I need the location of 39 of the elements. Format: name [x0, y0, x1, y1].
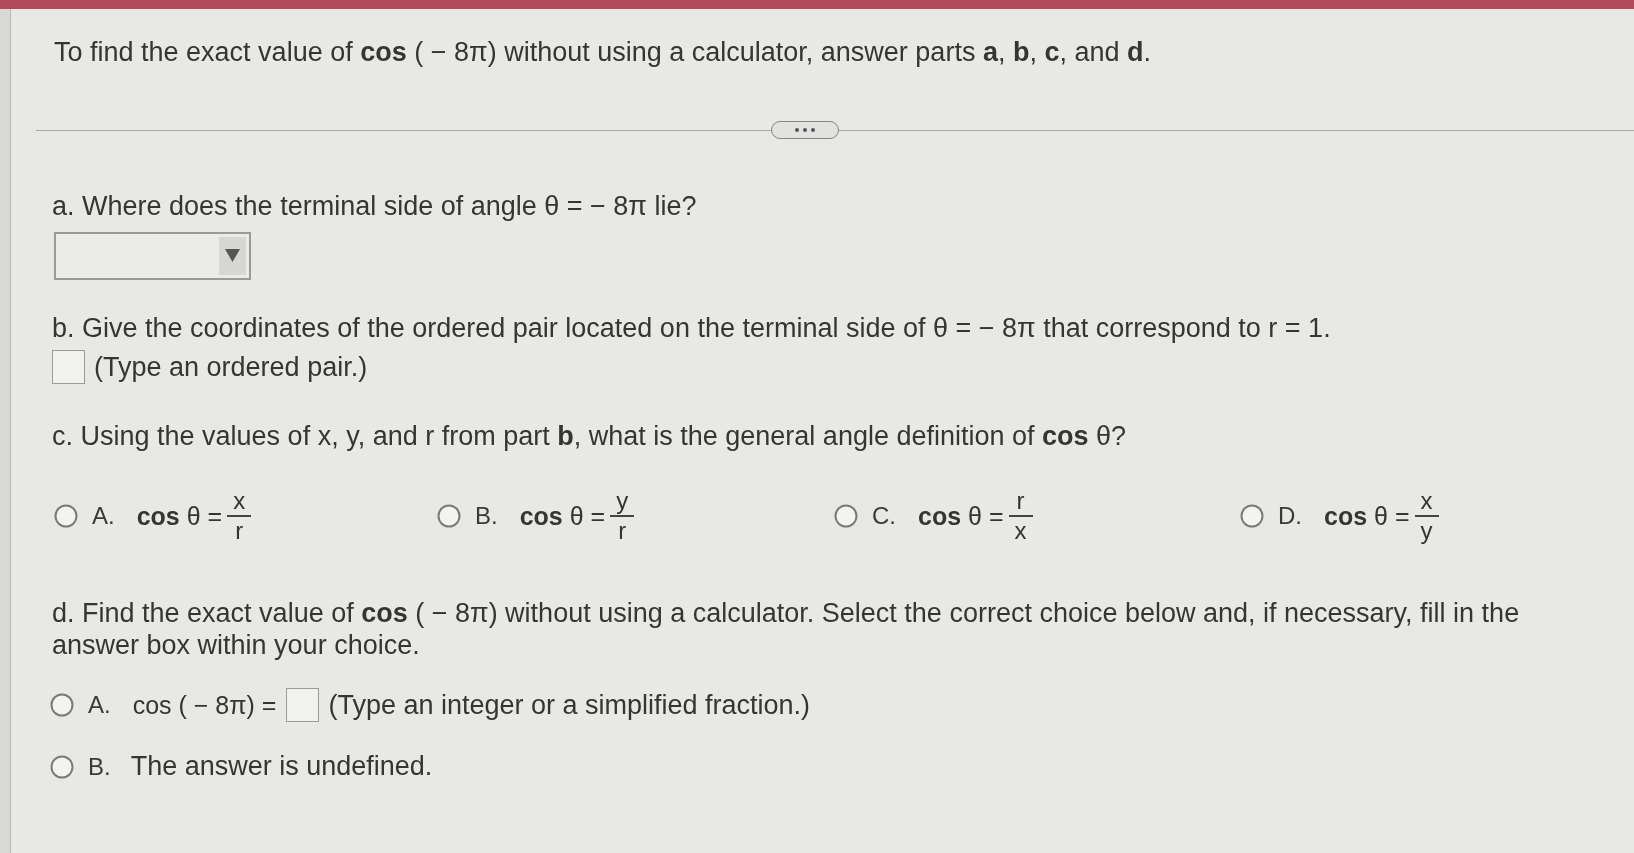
- question-text: a. Where does the terminal side of angle θ = − 8π lie?: [52, 191, 698, 222]
- fraction-denominator: x: [1013, 518, 1028, 544]
- option-letter: B.: [88, 752, 111, 781]
- formula-text: cos ( − 8π) =: [132, 691, 277, 719]
- radio-button[interactable]: [1240, 504, 1264, 528]
- fraction-denominator: r: [617, 518, 628, 544]
- radio-button[interactable]: [54, 504, 78, 528]
- option-letter: B.: [475, 502, 498, 530]
- option-letter: A.: [88, 691, 111, 719]
- fraction-numerator: x: [232, 488, 247, 514]
- formula-text: cos θ =: [1324, 502, 1410, 530]
- formula-text: cos θ =: [519, 502, 606, 530]
- radio-button[interactable]: [50, 754, 74, 779]
- formula-text: cos θ =: [136, 502, 223, 530]
- ellipsis-icon: [795, 128, 815, 132]
- hint-text: (Type an ordered pair.): [94, 351, 368, 383]
- radio-button[interactable]: [437, 504, 461, 528]
- fraction-denominator: y: [1419, 518, 1434, 544]
- more-button[interactable]: [771, 121, 839, 139]
- formula-text: cos θ =: [918, 502, 1004, 530]
- question-text: To find the exact value of cos ( − 8π) without using a calculator, answer parts a, b, c, and d.: [54, 37, 1153, 68]
- question-text: d. Find the exact value of cos ( − 8π) without using a calculator. Select the correct choice below and, if necessary, fill in the answer box within your choice.: [52, 597, 1521, 661]
- fraction-numerator: y: [615, 488, 630, 514]
- fraction-numerator: x: [1419, 488, 1434, 514]
- option-text: The answer is undefined.: [130, 751, 433, 782]
- fraction-numerator: r: [1015, 488, 1026, 514]
- answer-box[interactable]: [286, 688, 320, 722]
- option-letter: A.: [92, 502, 115, 530]
- question-text: c. Using the values of x, y, and r from part b, what is the general angle definition of cos θ?: [52, 421, 1128, 452]
- caret-icon: [219, 237, 246, 275]
- hint-text: (Type an integer or a simplified fraction.): [328, 689, 811, 721]
- question-text: b. Give the coordinates of the ordered pair located on the terminal side of θ = − 8π that correspond to r = 1.: [52, 313, 1332, 344]
- fraction-denominator: r: [234, 518, 245, 544]
- dropdown[interactable]: [54, 232, 251, 280]
- radio-button[interactable]: [834, 504, 858, 528]
- option-letter: C.: [872, 502, 896, 530]
- option-letter: D.: [1278, 502, 1302, 530]
- answer-box[interactable]: [52, 350, 85, 384]
- radio-button[interactable]: [50, 693, 74, 717]
